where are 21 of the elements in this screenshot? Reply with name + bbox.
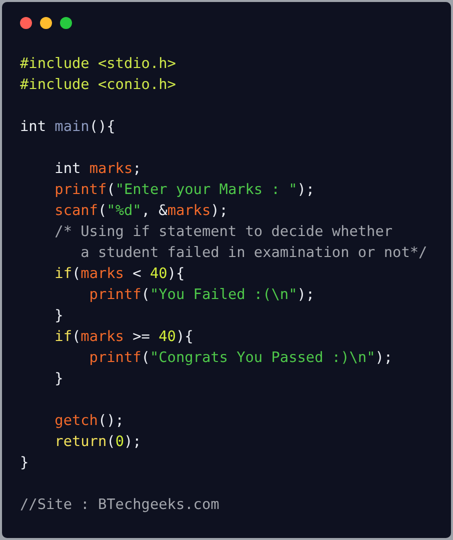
code-line: }: [54, 370, 64, 389]
code-line: if(marks >= 40){: [54, 328, 194, 347]
code-line: printf("Congrats You Passed :)\n");: [88, 349, 393, 368]
code-line: a student failed in examination or not*/: [80, 244, 428, 263]
window-control-dot[interactable]: [60, 17, 72, 29]
code-line: #include <stdio.h>: [20, 55, 176, 74]
code-line: getch();: [54, 412, 124, 431]
window-control-dot[interactable]: [20, 17, 32, 29]
code-line: #include <conio.h>: [20, 76, 176, 95]
code-line: int main(){: [20, 118, 116, 137]
code-line: scanf("%d", &marks);: [54, 202, 228, 221]
code-line: }: [20, 454, 29, 473]
code-line: printf("Enter your Marks : ");: [54, 181, 315, 200]
code-line: return(0);: [54, 433, 142, 452]
code-line: //Site : BTechgeeks.com: [20, 496, 220, 515]
code-line: }: [54, 307, 64, 326]
code-line: if(marks < 40){: [54, 265, 185, 284]
window-control-dot[interactable]: [40, 17, 52, 29]
code-line: printf("You Failed :(\n");: [88, 286, 315, 305]
code-line: /* Using if statement to decide whether: [54, 223, 393, 242]
code-line: int marks;: [54, 160, 142, 179]
